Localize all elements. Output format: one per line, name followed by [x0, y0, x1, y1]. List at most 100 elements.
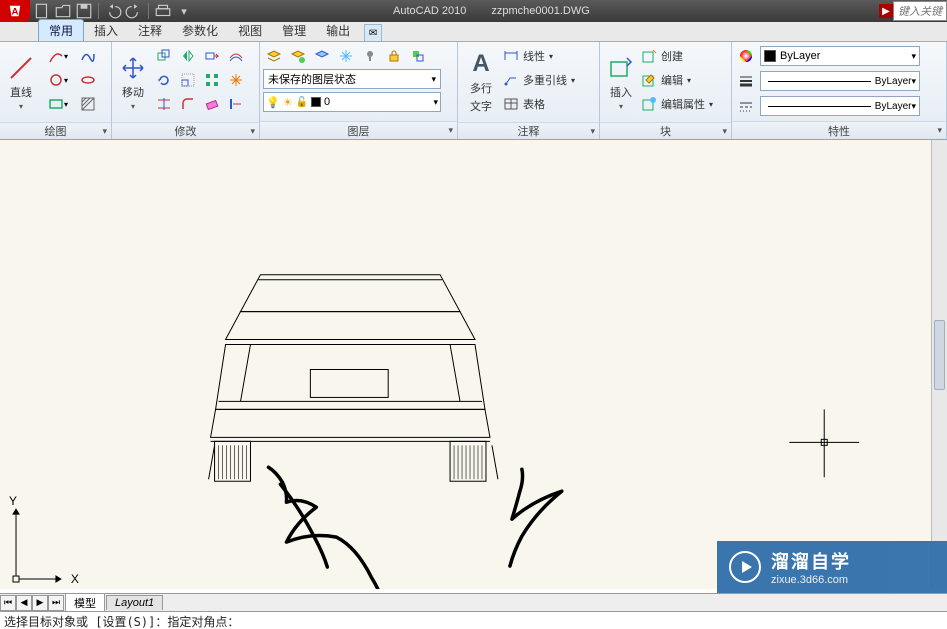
tab-nav-next-icon[interactable]: ▶ [32, 595, 48, 611]
linetype-combo[interactable]: ByLayer ▾ [760, 96, 920, 116]
linear-dim-icon [503, 48, 519, 64]
array-tool-icon[interactable] [201, 69, 223, 91]
tab-output[interactable]: 输出 [316, 20, 360, 41]
hatch-tool-icon[interactable] [77, 93, 99, 115]
rotate-tool-icon[interactable] [153, 69, 175, 91]
qat-redo-icon[interactable] [125, 2, 143, 20]
mtext-label2: 文字 [470, 98, 492, 114]
trim-tool-icon[interactable] [153, 93, 175, 115]
layer-sun-icon: ☀ [283, 96, 293, 109]
erase-tool-icon[interactable] [201, 93, 223, 115]
color-label: ByLayer [780, 50, 820, 62]
layer-off-icon[interactable] [359, 45, 381, 67]
linear-dim-button[interactable]: 线性▾ [503, 45, 575, 67]
qat-plot-icon[interactable] [154, 2, 172, 20]
layer-lock-icon[interactable] [383, 45, 405, 67]
arc-tool-icon[interactable]: ▾ [41, 45, 75, 67]
qat-new-icon[interactable] [33, 2, 51, 20]
table-button[interactable]: 表格 [503, 93, 575, 115]
tab-insert[interactable]: 插入 [84, 20, 128, 41]
panel-draw-title[interactable]: 绘图▾ [0, 122, 111, 139]
rectangle-tool-icon[interactable]: ▾ [41, 93, 75, 115]
command-line[interactable]: 选择目标对象或 [设置(S)]：指定对角点： [0, 611, 947, 629]
layer-freeze-icon[interactable] [335, 45, 357, 67]
qat-dropdown-icon[interactable]: ▾ [175, 2, 193, 20]
qat-save-icon[interactable] [75, 2, 93, 20]
layer-states-icon[interactable] [287, 45, 309, 67]
lineweight-combo[interactable]: ByLayer ▾ [760, 71, 920, 91]
lineweight-icon[interactable] [735, 70, 757, 92]
panel-layers-title[interactable]: 图层▾ [260, 121, 457, 139]
layer-iso-icon[interactable] [311, 45, 333, 67]
layer-match-icon[interactable] [407, 45, 429, 67]
tab-manage[interactable]: 管理 [272, 20, 316, 41]
mtext-button[interactable]: A 多行 文字 [461, 45, 501, 119]
stretch-tool-icon[interactable] [201, 45, 223, 67]
move-label: 移动 [122, 84, 144, 100]
explode-tool-icon[interactable] [225, 69, 247, 91]
vertical-scrollbar[interactable] [931, 140, 947, 589]
multileader-button[interactable]: 多重引线▾ [503, 69, 575, 91]
insert-block-button[interactable]: 插入 ▾ [603, 45, 639, 119]
search-input[interactable]: 键入关键 [893, 1, 947, 21]
tab-nav-last-icon[interactable]: ⏭ [48, 595, 64, 611]
model-tab[interactable]: 模型 [65, 593, 105, 612]
tab-view[interactable]: 视图 [228, 20, 272, 41]
layer-bulb-icon: 💡 [266, 96, 280, 109]
quick-access-toolbar: ▾ [33, 2, 193, 20]
tab-parametric[interactable]: 参数化 [172, 20, 228, 41]
fillet-tool-icon[interactable] [177, 93, 199, 115]
copy-tool-icon[interactable] [153, 45, 175, 67]
panel-modify: 移动 ▾ 修改▾ [112, 42, 260, 139]
layer-properties-icon[interactable] [263, 45, 285, 67]
move-button[interactable]: 移动 ▾ [115, 45, 151, 119]
search-arrow-icon[interactable]: ▶ [879, 4, 893, 18]
tab-annotate[interactable]: 注释 [128, 20, 172, 41]
panel-modify-title[interactable]: 修改▾ [112, 122, 259, 139]
scale-tool-icon[interactable] [177, 69, 199, 91]
extend-tool-icon[interactable] [225, 93, 247, 115]
app-title: AutoCAD 2010 [393, 5, 466, 17]
color-combo[interactable]: ByLayer ▾ [760, 46, 920, 66]
spline-tool-icon[interactable] [77, 45, 99, 67]
offset-tool-icon[interactable] [225, 45, 247, 67]
panel-block-title[interactable]: 块▾ [600, 122, 731, 139]
layer-combo[interactable]: 💡 ☀ 🔓 0 ▾ [263, 92, 441, 112]
panel-properties: ByLayer ▾ ByLayer ▾ ByLayer ▾ [732, 42, 947, 139]
table-icon [503, 96, 519, 112]
panel-annotation-title[interactable]: 注释▾ [458, 122, 599, 139]
mirror-tool-icon[interactable] [177, 45, 199, 67]
block-attrib-button[interactable]: 编辑属性▾ [641, 93, 713, 115]
scrollbar-thumb[interactable] [934, 320, 945, 390]
color-wheel-icon[interactable] [735, 45, 757, 67]
block-edit-button[interactable]: 编辑▾ [641, 69, 713, 91]
linetype-icon[interactable] [735, 95, 757, 117]
layout1-tab[interactable]: Layout1 [106, 595, 163, 610]
svg-text:A: A [12, 7, 19, 18]
block-create-button[interactable]: 创建 [641, 45, 713, 67]
tab-express-icon[interactable]: ✉ [364, 24, 382, 41]
ucs-y-label: Y [9, 494, 17, 508]
lineweight-preview [768, 81, 871, 82]
mtext-icon: A [467, 50, 495, 78]
app-menu-button[interactable]: A [0, 0, 30, 22]
tab-nav-first-icon[interactable]: ⏮ [0, 595, 16, 611]
block-create-icon [641, 48, 657, 64]
block-edit-icon [641, 72, 657, 88]
layer-state-label: 未保存的图层状态 [268, 71, 356, 87]
qat-undo-icon[interactable] [104, 2, 122, 20]
tab-home[interactable]: 常用 [38, 19, 84, 41]
layer-color-swatch [311, 97, 321, 107]
drawing-canvas[interactable]: X Y [0, 140, 947, 589]
watermark-title: 溜溜自学 [771, 548, 851, 574]
layer-state-combo[interactable]: 未保存的图层状态 ▾ [263, 69, 441, 89]
qat-open-icon[interactable] [54, 2, 72, 20]
block-attrib-icon [641, 96, 657, 112]
circle-tool-icon[interactable]: ▾ [41, 69, 75, 91]
line-button[interactable]: 直线 ▾ [3, 45, 39, 119]
panel-properties-title[interactable]: 特性▾ [732, 121, 946, 139]
watermark-url: zixue.3d66.com [771, 574, 851, 586]
color-swatch [764, 50, 776, 62]
ellipse-tool-icon[interactable] [77, 69, 99, 91]
tab-nav-prev-icon[interactable]: ◀ [16, 595, 32, 611]
